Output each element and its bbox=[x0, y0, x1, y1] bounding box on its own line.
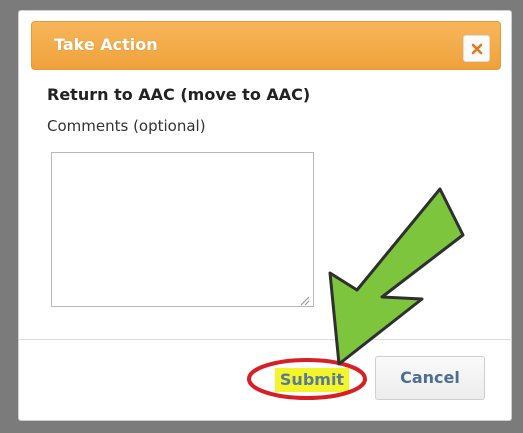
close-button[interactable] bbox=[463, 35, 490, 62]
screenshot-stage: Take Action Return to AAC (move to AAC) … bbox=[0, 0, 523, 433]
submit-label: Submit bbox=[279, 370, 345, 389]
resize-grip-icon[interactable] bbox=[298, 291, 310, 306]
footer-divider bbox=[19, 339, 512, 340]
comments-textarea[interactable] bbox=[51, 152, 314, 307]
comments-label: Comments (optional) bbox=[47, 117, 206, 135]
dialog-title: Take Action bbox=[54, 35, 158, 54]
action-description: Return to AAC (move to AAC) bbox=[47, 85, 311, 104]
dialog-titlebar: Take Action bbox=[31, 21, 501, 70]
cancel-button[interactable]: Cancel bbox=[375, 356, 485, 400]
submit-button[interactable]: Submit bbox=[262, 358, 362, 398]
close-icon bbox=[471, 43, 483, 55]
